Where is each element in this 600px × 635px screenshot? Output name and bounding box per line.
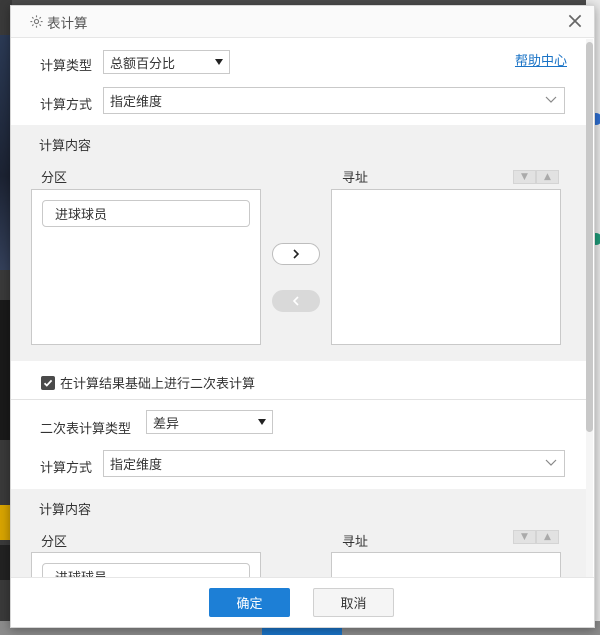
chevron-down-icon (545, 459, 557, 466)
secondary-calc-label: 在计算结果基础上进行二次表计算 (60, 377, 256, 392)
calc-type-label: 计算类型 (40, 59, 93, 74)
dialog-footer: 确定 取消 (11, 577, 594, 627)
calc-content-section: 计算内容 分区 寻址 ▼ ▲ 进球球员 (11, 125, 587, 361)
sort-down-icon[interactable]: ▼ (513, 170, 536, 184)
secondary-calc-type-select[interactable]: 差异 (146, 410, 273, 434)
move-right-button[interactable] (272, 243, 320, 265)
dialog-scrollbar[interactable] (586, 39, 593, 579)
chevron-right-icon (293, 249, 300, 259)
secondary-calc-method-select[interactable]: 指定维度 (103, 450, 565, 477)
scrollbar-thumb[interactable] (586, 42, 593, 432)
dialog-titlebar: 表计算 (11, 6, 594, 38)
secondary-addressing-list[interactable] (331, 552, 561, 579)
table-calculation-dialog: 表计算 计算类型 总额百分比 帮助中心 计算方式 指定维度 计算内容 分区 寻址… (10, 5, 595, 628)
calc-method-value: 指定维度 (110, 95, 163, 110)
gear-icon (30, 15, 43, 28)
secondary-sort-buttons: ▼ ▲ (513, 530, 559, 544)
secondary-calc-type-label: 二次表计算类型 (40, 422, 132, 437)
secondary-calc-content-title: 计算内容 (39, 503, 92, 518)
calc-method-select[interactable]: 指定维度 (103, 87, 565, 114)
move-left-button[interactable] (272, 290, 320, 312)
calc-content-title: 计算内容 (39, 139, 92, 154)
close-icon[interactable] (566, 12, 584, 30)
partition-label: 分区 (41, 171, 68, 186)
sort-down-icon[interactable]: ▼ (513, 530, 536, 544)
chevron-left-icon (292, 296, 299, 306)
secondary-calc-type-value: 差异 (153, 416, 180, 432)
secondary-calc-checkbox[interactable] (41, 375, 55, 390)
secondary-calc-method-label: 计算方式 (40, 461, 93, 476)
calc-type-select[interactable]: 总额百分比 (103, 50, 230, 74)
sort-buttons: ▼ ▲ (513, 170, 559, 184)
help-center-link[interactable]: 帮助中心 (515, 50, 567, 69)
addressing-label: 寻址 (342, 171, 369, 186)
divider (11, 399, 587, 400)
dialog-title: 表计算 (47, 15, 88, 32)
secondary-addressing-label: 寻址 (342, 535, 369, 550)
caret-down-icon (258, 419, 266, 425)
sort-up-icon[interactable]: ▲ (536, 530, 559, 544)
caret-down-icon (215, 59, 223, 65)
secondary-calc-method-value: 指定维度 (110, 458, 163, 473)
sort-up-icon[interactable]: ▲ (536, 170, 559, 184)
cancel-button[interactable]: 取消 (313, 588, 394, 617)
partition-list[interactable]: 进球球员 (31, 189, 261, 345)
calc-type-value: 总额百分比 (110, 56, 176, 72)
ok-button[interactable]: 确定 (209, 588, 290, 617)
secondary-partition-list[interactable]: 进球球员 (31, 552, 261, 579)
secondary-calc-toggle[interactable]: 在计算结果基础上进行二次表计算 (41, 373, 255, 392)
check-icon (43, 379, 53, 387)
secondary-partition-label: 分区 (41, 535, 68, 550)
secondary-calc-content-section: 计算内容 分区 寻址 ▼ ▲ 进球球员 (11, 489, 587, 579)
addressing-list[interactable] (331, 189, 561, 345)
dialog-body: 计算类型 总额百分比 帮助中心 计算方式 指定维度 计算内容 分区 寻址 ▼ ▲… (11, 39, 587, 579)
chevron-down-icon (545, 96, 557, 103)
partition-item[interactable]: 进球球员 (42, 200, 250, 227)
calc-method-label: 计算方式 (40, 98, 93, 113)
